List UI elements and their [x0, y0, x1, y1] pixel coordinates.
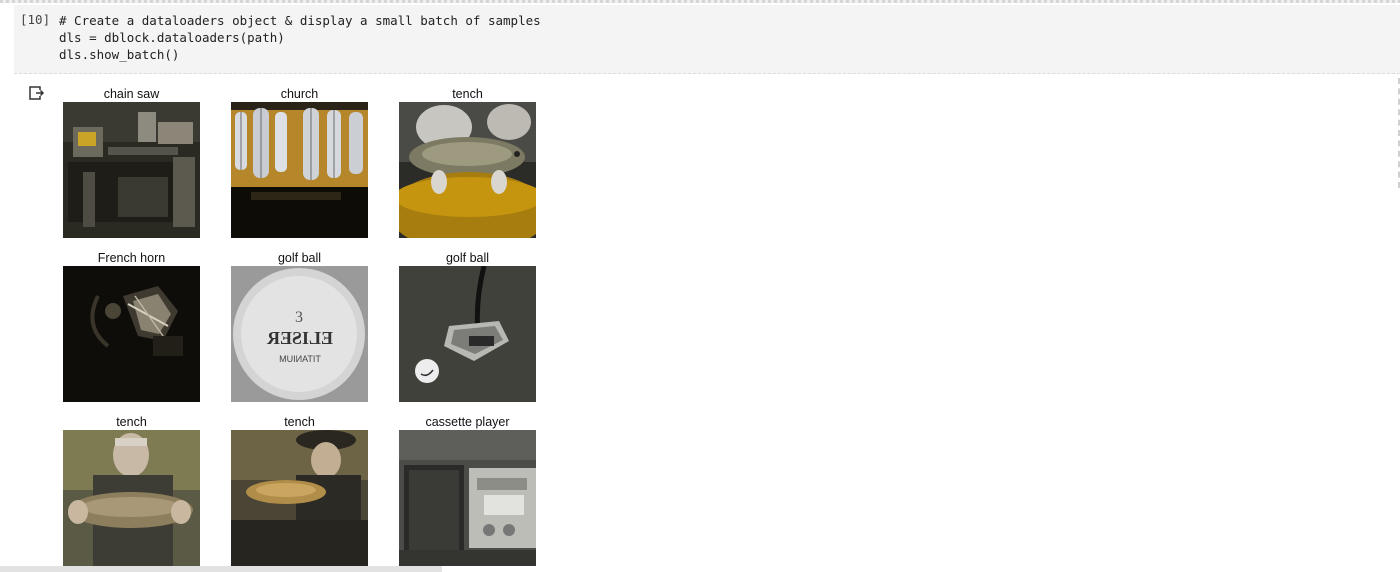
sample-thumbnail-putter: [399, 266, 536, 402]
output-redirect-icon[interactable]: [29, 86, 45, 100]
sample-cell: chain saw: [63, 86, 200, 238]
execution-count: [10]: [20, 12, 51, 27]
sample-thumbnail-french-horn: [63, 266, 200, 402]
sample-thumbnail-boombox: [399, 430, 536, 566]
sample-label: church: [280, 87, 319, 101]
sample-cell: tench: [399, 86, 536, 238]
code-editor[interactable]: # Create a dataloaders object & display …: [59, 12, 541, 63]
code-cell[interactable]: [10] # Create a dataloaders object & dis…: [14, 5, 1400, 74]
sample-label: tench: [116, 415, 147, 429]
ball-brand-text: ELISER: [266, 328, 333, 348]
sample-thumbnail-tench: [399, 102, 536, 238]
sample-label: golf ball: [445, 251, 490, 265]
sample-label: golf ball: [277, 251, 322, 265]
sample-label: cassette player: [425, 415, 510, 429]
top-toolbar-strip: [0, 0, 1400, 3]
sample-thumbnail-man-in-hat: [231, 430, 368, 566]
ball-number-text: 3: [295, 309, 303, 326]
code-line-dataloaders: dls = dblock.dataloaders(path): [59, 30, 285, 45]
sample-cell: golf ball 3 ELISER TITANIUM: [231, 250, 368, 402]
code-line-comment: # Create a dataloaders object & display …: [59, 13, 541, 28]
sample-cell: cassette player: [399, 414, 536, 566]
code-line-show-batch: dls.show_batch(): [59, 47, 180, 62]
output-scroll-edge: [1395, 78, 1400, 188]
sample-cell: tench: [231, 414, 368, 566]
sample-thumbnail-church: [231, 102, 368, 238]
sample-cell: tench: [63, 414, 200, 566]
sample-thumbnail-golf-ball: 3 ELISER TITANIUM: [231, 266, 368, 402]
sample-cell: French horn: [63, 250, 200, 402]
sample-label: chain saw: [103, 87, 160, 101]
sample-thumbnail-man-with-fish: [63, 430, 200, 566]
sample-cell: golf ball: [399, 250, 536, 402]
sample-thumbnail-workshop: [63, 102, 200, 238]
sample-label: tench: [284, 415, 315, 429]
ball-model-text: TITANIUM: [279, 354, 321, 364]
sample-cell: church: [231, 86, 368, 238]
sample-label: French horn: [97, 251, 166, 265]
sample-label: tench: [452, 87, 483, 101]
horizontal-scrollbar[interactable]: [0, 566, 442, 572]
